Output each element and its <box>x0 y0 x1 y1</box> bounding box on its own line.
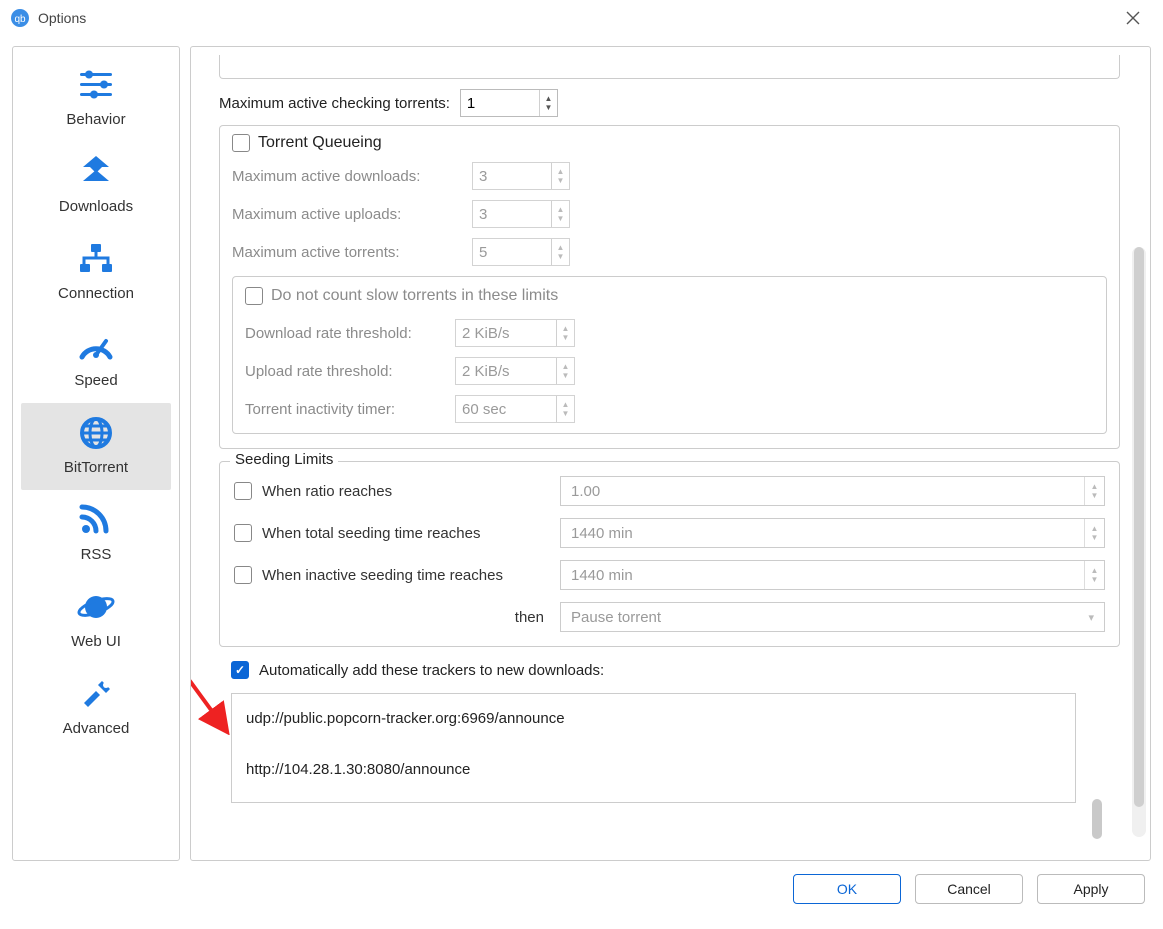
total-seed-time-spin: ▲▼ <box>560 518 1105 548</box>
inactivity-timer-spin: ▲▼ <box>455 395 575 423</box>
auto-trackers-label: Automatically add these trackers to new … <box>259 662 604 679</box>
sliders-icon <box>74 65 118 105</box>
sidebar-item-label: Downloads <box>59 198 133 215</box>
spin-arrows: ▲▼ <box>551 163 569 189</box>
sidebar-item-bittorrent[interactable]: BitTorrent <box>21 403 171 490</box>
spin-arrows: ▲▼ <box>1084 477 1104 505</box>
textarea-scrollbar-thumb[interactable] <box>1092 799 1102 839</box>
scrollbar-thumb[interactable] <box>1134 247 1144 807</box>
spin-arrows[interactable]: ▲▼ <box>539 90 557 116</box>
ul-rate-threshold-label: Upload rate threshold: <box>245 363 445 380</box>
dl-rate-threshold-spin: ▲▼ <box>455 319 575 347</box>
sidebar-item-rss[interactable]: RSS <box>13 490 179 577</box>
auto-trackers-checkbox[interactable] <box>231 661 249 679</box>
chevron-down-icon: ▾ <box>1088 611 1094 624</box>
sidebar-item-advanced[interactable]: Advanced <box>13 664 179 751</box>
then-action-value: Pause torrent <box>571 609 661 626</box>
slow-torrents-group: Do not count slow torrents in these limi… <box>232 276 1107 434</box>
torrent-queueing-checkbox[interactable] <box>232 134 250 152</box>
tools-icon <box>74 674 118 714</box>
inactivity-timer-label: Torrent inactivity timer: <box>245 401 445 418</box>
globe-icon <box>74 413 118 453</box>
sidebar: Behavior Downloads Connection Speed BitT… <box>12 46 180 861</box>
download-icon <box>74 152 118 192</box>
max-active-uploads-label: Maximum active uploads: <box>232 206 462 223</box>
annotation-arrow <box>191 675 235 735</box>
torrent-queueing-label: Torrent Queueing <box>258 134 382 152</box>
ratio-label: When ratio reaches <box>262 483 392 500</box>
app-icon: qb <box>10 8 30 28</box>
spin-arrows: ▲▼ <box>551 239 569 265</box>
inactive-seed-time-spin: ▲▼ <box>560 560 1105 590</box>
ul-rate-threshold-spin: ▲▼ <box>455 357 575 385</box>
auto-trackers-textarea[interactable]: udp://public.popcorn-tracker.org:6969/an… <box>231 693 1076 803</box>
window-title: Options <box>38 10 86 26</box>
torrent-queueing-group: Torrent Queueing Maximum active download… <box>219 125 1120 449</box>
spin-arrows: ▲▼ <box>556 358 574 384</box>
gauge-icon <box>74 326 118 366</box>
inactive-seed-time-label: When inactive seeding time reaches <box>262 567 503 584</box>
sidebar-item-speed[interactable]: Speed <box>13 316 179 403</box>
max-active-downloads-spin: ▲▼ <box>472 162 570 190</box>
sidebar-item-webui[interactable]: Web UI <box>13 577 179 664</box>
then-action-select[interactable]: Pause torrent ▾ <box>560 602 1105 632</box>
total-seed-time-label: When total seeding time reaches <box>262 525 480 542</box>
collapsed-section <box>219 55 1120 79</box>
then-label: then <box>234 609 550 626</box>
sidebar-item-label: RSS <box>81 546 112 563</box>
close-button[interactable] <box>1113 4 1153 32</box>
max-active-torrents-spin: ▲▼ <box>472 238 570 266</box>
max-active-checking-spin[interactable]: ▲▼ <box>460 89 558 117</box>
ratio-checkbox[interactable] <box>234 482 252 500</box>
titlebar: qb Options <box>0 0 1163 36</box>
max-active-uploads-spin: ▲▼ <box>472 200 570 228</box>
spin-arrows: ▲▼ <box>1084 519 1104 547</box>
seeding-limits-group: Seeding Limits When ratio reaches ▲▼ Whe… <box>219 461 1120 647</box>
sidebar-item-connection[interactable]: Connection <box>13 229 179 316</box>
rss-icon <box>74 500 118 540</box>
sidebar-item-downloads[interactable]: Downloads <box>13 142 179 229</box>
seeding-limits-title: Seeding Limits <box>230 451 338 468</box>
max-active-checking-label: Maximum active checking torrents: <box>219 95 450 112</box>
max-active-checking-input[interactable] <box>461 90 539 116</box>
cancel-button[interactable]: Cancel <box>915 874 1023 904</box>
ok-button[interactable]: OK <box>793 874 901 904</box>
ratio-spin: ▲▼ <box>560 476 1105 506</box>
content-panel: Maximum active checking torrents: ▲▼ Tor… <box>190 46 1151 861</box>
sidebar-item-behavior[interactable]: Behavior <box>13 55 179 142</box>
sidebar-item-label: Connection <box>58 285 134 302</box>
dl-rate-threshold-label: Download rate threshold: <box>245 325 445 342</box>
slow-torrents-checkbox[interactable] <box>245 287 263 305</box>
slow-torrents-label: Do not count slow torrents in these limi… <box>271 287 558 305</box>
spin-arrows: ▲▼ <box>556 396 574 422</box>
sidebar-item-label: Speed <box>74 372 117 389</box>
spin-arrows: ▲▼ <box>556 320 574 346</box>
planet-icon <box>74 587 118 627</box>
apply-button[interactable]: Apply <box>1037 874 1145 904</box>
spin-arrows: ▲▼ <box>551 201 569 227</box>
inactive-seed-time-checkbox[interactable] <box>234 566 252 584</box>
sidebar-item-label: Web UI <box>71 633 121 650</box>
svg-text:qb: qb <box>14 14 26 25</box>
network-icon <box>74 239 118 279</box>
sidebar-item-label: Behavior <box>66 111 125 128</box>
content-scrollbar[interactable] <box>1132 247 1146 837</box>
spin-arrows: ▲▼ <box>1084 561 1104 589</box>
max-active-downloads-label: Maximum active downloads: <box>232 168 462 185</box>
dialog-footer: OK Cancel Apply <box>0 861 1163 917</box>
sidebar-item-label: Advanced <box>63 720 130 737</box>
total-seed-time-checkbox[interactable] <box>234 524 252 542</box>
sidebar-item-label: BitTorrent <box>64 459 128 476</box>
max-active-torrents-label: Maximum active torrents: <box>232 244 462 261</box>
